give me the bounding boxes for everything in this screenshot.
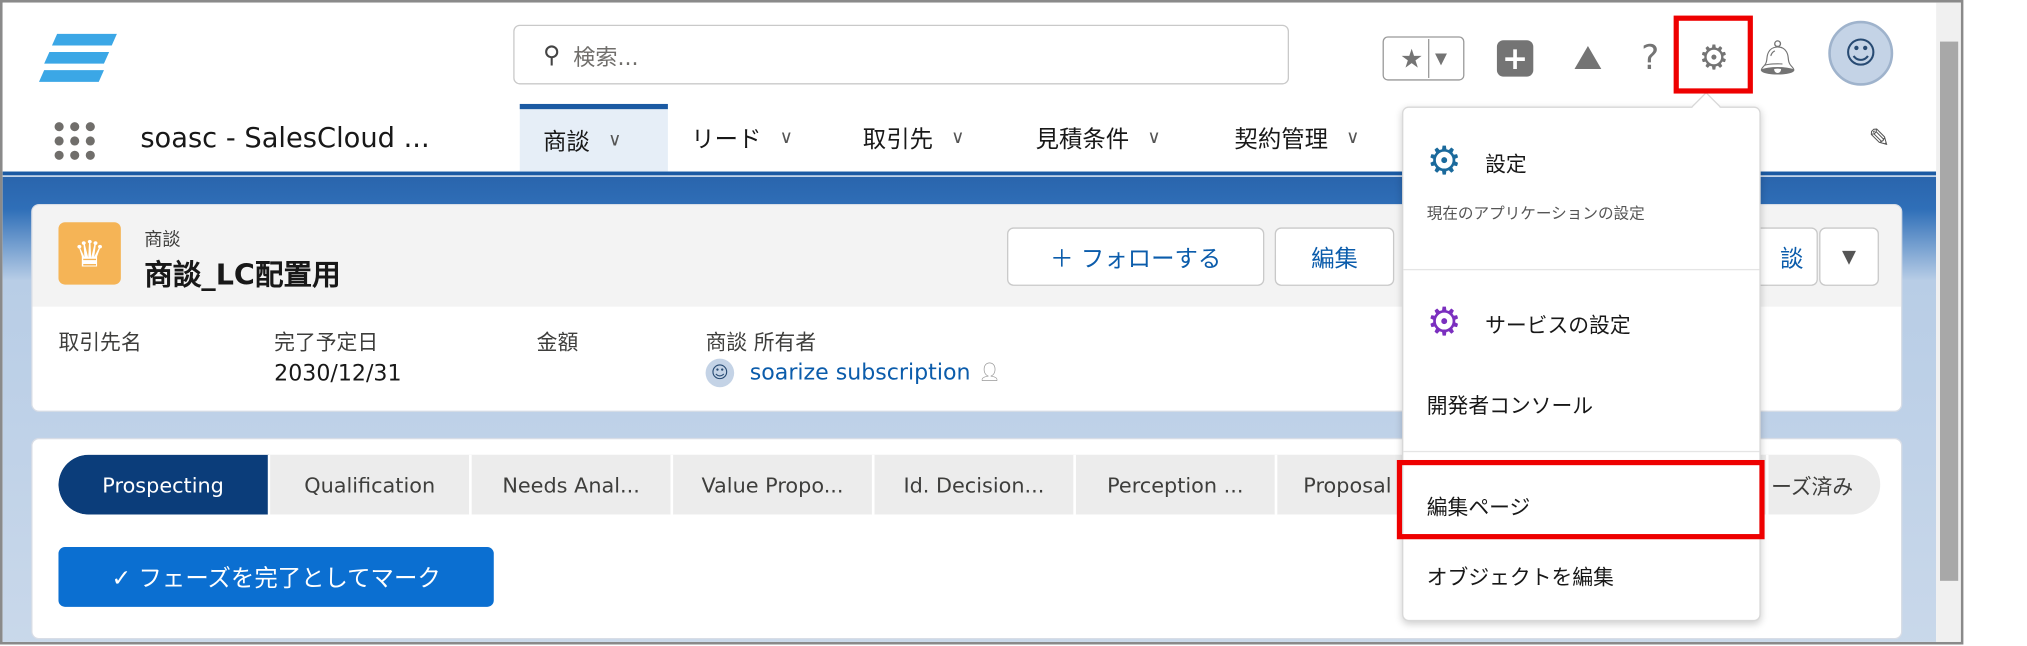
path-stage[interactable]: Perception ... [1076, 454, 1278, 515]
menu-label: 設定 [1485, 151, 1527, 177]
path-stage[interactable]: Qualification [270, 454, 472, 515]
path-stage-prospecting[interactable]: Prospecting [58, 454, 271, 515]
follow-button[interactable]: ＋ フォローする [1007, 227, 1265, 286]
path-stage[interactable]: Value Propo... [673, 454, 875, 515]
tab-lead[interactable]: リード ∨ [668, 104, 819, 172]
tab-quote-terms[interactable]: 見積条件 ∨ [1012, 104, 1194, 172]
search-placeholder: 検索... [573, 44, 639, 71]
chevron-down-icon[interactable]: ∨ [951, 127, 964, 148]
tab-label: 見積条件 [1035, 126, 1130, 154]
setup-gear-icon: ⚙ [1426, 139, 1462, 185]
record-title: 商談_LC配置用 [144, 259, 341, 293]
scrollbar[interactable] [1936, 2, 1961, 642]
tab-label: 契約管理 [1234, 126, 1328, 154]
plus-icon: + [1496, 40, 1534, 77]
field-value: 2030/12/31 [274, 361, 402, 388]
menu-item-setup[interactable]: ⚙ 設定 [1427, 139, 1527, 184]
trailhead-button[interactable]: ⛰ [1566, 36, 1610, 80]
app-name: soasc - SalesCloud ... [140, 122, 430, 154]
owner-field: ☺ soarize subscription 👤︎ [705, 358, 1001, 388]
edit-button[interactable]: 編集 [1274, 227, 1395, 286]
browser-window: ⚲ 検索... ★ ▼ + ⛰ ? ⚙ 🔔︎ ☺ soasc - SalesClo… [0, 0, 1964, 645]
tab-contract[interactable]: 契約管理 ∨ [1211, 104, 1393, 172]
owner-link[interactable]: soarize subscription [750, 360, 971, 386]
menu-item-service-setup[interactable]: ⚙ サービスの設定 [1427, 300, 1631, 345]
setup-menu: ⚙ 設定 現在のアプリケーションの設定 ⚙ サービスの設定 開発者コンソール 編集ペ… [1402, 91, 1761, 622]
chevron-down-icon[interactable]: ∨ [1147, 127, 1160, 148]
bell-icon: 🔔︎ [1756, 38, 1800, 78]
divider [1403, 450, 1760, 453]
star-icon: ★ [1399, 42, 1424, 75]
add-button[interactable]: + [1494, 36, 1536, 80]
tab-label: リード [691, 126, 762, 154]
app-launcher-icon[interactable] [54, 117, 102, 164]
more-actions-button[interactable]: ▼ [1819, 227, 1879, 286]
path-stage[interactable]: Needs Anal... [472, 454, 674, 515]
highlight-box-gear [1673, 15, 1753, 94]
favorites-button[interactable]: ★ ▼ [1382, 36, 1465, 81]
change-owner-icon[interactable]: 👤︎ [978, 363, 1001, 384]
path-stage-closed[interactable]: ーズ済み [1768, 455, 1880, 515]
divider [1403, 268, 1760, 271]
service-gear-icon: ⚙ [1426, 300, 1462, 346]
mark-stage-complete-button[interactable]: ✓ フェーズを完了としてマーク [58, 547, 494, 607]
owner-avatar: ☺ [705, 358, 735, 388]
tab-label: 取引先 [862, 126, 933, 154]
tab-opportunity[interactable]: 商談 ∨ [519, 103, 668, 172]
search-input[interactable]: ⚲ 検索... [513, 24, 1290, 85]
menu-item-description: 現在のアプリケーションの設定 [1426, 204, 1645, 223]
search-icon: ⚲ [543, 40, 561, 69]
chevron-down-icon[interactable]: ∨ [1346, 127, 1359, 148]
crown-icon: ♛ [58, 222, 121, 285]
menu-label: サービスの設定 [1485, 312, 1631, 338]
field-label: 金額 [536, 330, 579, 355]
field-label: 商談 所有者 [705, 330, 817, 355]
highlight-box-edit-page [1396, 459, 1765, 540]
chevron-down-icon[interactable]: ∨ [780, 127, 793, 148]
help-icon: ? [1641, 38, 1660, 78]
field-label: 取引先名 [58, 330, 142, 355]
global-header: ⚲ 検索... ★ ▼ + ⛰ ? ⚙ 🔔︎ ☺ [2, 2, 1937, 104]
notifications-button[interactable]: 🔔︎ [1756, 36, 1800, 80]
edit-nav-pencil-icon[interactable]: ✎ [1869, 122, 1891, 153]
help-button[interactable]: ? [1633, 36, 1667, 80]
object-label: 商談 [144, 229, 181, 251]
avatar[interactable]: ☺ [1828, 20, 1894, 86]
tab-account[interactable]: 取引先 ∨ [839, 104, 998, 172]
tab-label: 商談 [543, 128, 590, 156]
field-label: 完了予定日 [274, 330, 379, 355]
path-stage[interactable]: Id. Decision... [874, 454, 1076, 515]
menu-item-edit-object[interactable]: オブジェクトを編集 [1427, 560, 1614, 591]
app-logo-icon [38, 33, 117, 82]
scrollbar-thumb[interactable] [1940, 41, 1959, 581]
menu-item-developer-console[interactable]: 開発者コンソール [1427, 389, 1593, 420]
chevron-down-icon: ▼ [1434, 49, 1447, 68]
trailhead-icon: ⛰ [1573, 38, 1603, 78]
chevron-down-icon[interactable]: ∨ [608, 130, 621, 151]
